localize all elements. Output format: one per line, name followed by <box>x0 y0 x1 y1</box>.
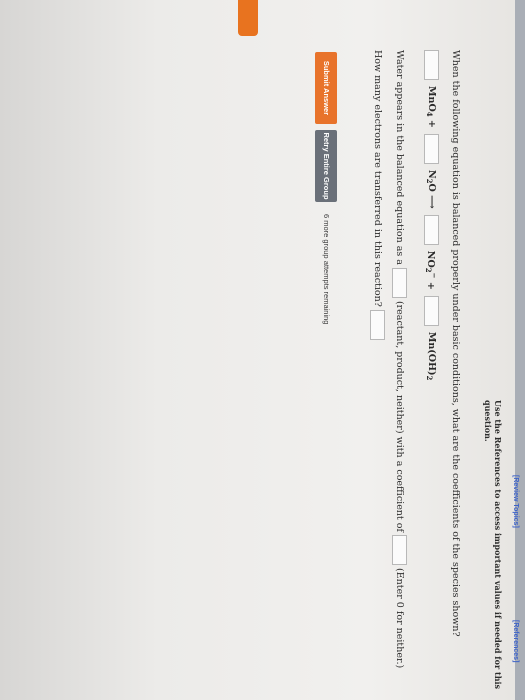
water-role-input[interactable] <box>392 267 407 298</box>
references-note: Use the References to access important v… <box>483 400 503 690</box>
species-mnoh2: Mn(OH)2 <box>425 331 438 381</box>
reference-links: [Review Topics] [References] <box>505 0 519 700</box>
retry-entire-group-button[interactable]: Retry Entire Group <box>315 130 337 202</box>
submit-answer-button[interactable]: Submit Answer <box>315 52 337 124</box>
question-text: When the following equation is balanced … <box>450 50 461 637</box>
electrons-question: How many electrons are transferred in th… <box>370 50 385 343</box>
water-question: Water appears in the balanced equation a… <box>392 50 407 669</box>
species-mno4: MnO4 + <box>425 86 438 128</box>
species-no2: NO2− + <box>424 250 439 290</box>
review-topics-link[interactable]: [Review Topics] <box>512 475 519 528</box>
references-link[interactable]: [References] <box>512 620 519 662</box>
coefficient-input-mnoh2[interactable] <box>424 295 439 326</box>
attempts-remaining: 6 more group attempts remaining <box>322 214 331 325</box>
equation-row: MnO4 + N2O ⟶ NO2− + Mn(OH)2 <box>423 50 439 383</box>
coefficient-input-mno4[interactable] <box>424 50 439 80</box>
coefficient-input-n2o[interactable] <box>424 133 439 164</box>
electrons-input[interactable] <box>370 309 385 340</box>
question-page: [Review Topics] [References] Use the Ref… <box>0 0 525 700</box>
species-n2o: N2O ⟶ <box>425 169 438 209</box>
water-coefficient-input[interactable] <box>392 535 407 566</box>
coefficient-input-no2[interactable] <box>424 214 439 245</box>
